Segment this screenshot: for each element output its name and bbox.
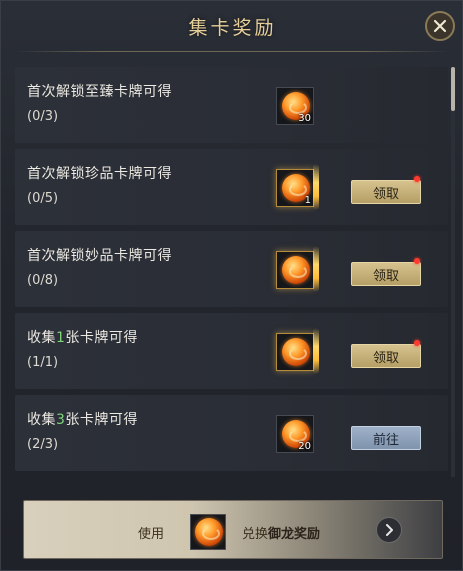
exchange-next-button[interactable] <box>376 517 402 543</box>
row-title-number: 1 <box>56 330 66 346</box>
title-bar: 集卡奖励 <box>1 1 463 53</box>
panel-title: 集卡奖励 <box>188 17 277 39</box>
row-title: 收集3张卡牌可得 <box>27 409 138 429</box>
reward-quantity: 1 <box>304 195 311 206</box>
scrollbar-thumb[interactable] <box>451 67 455 111</box>
close-button[interactable] <box>425 11 455 41</box>
glow-effect <box>313 328 319 374</box>
row-title-prefix: 收集 <box>27 412 56 428</box>
glow-effect <box>313 246 319 292</box>
row-progress: (0/5) <box>27 191 59 206</box>
row-title: 首次解锁妙品卡牌可得 <box>27 248 172 264</box>
fire-orb-icon <box>282 338 310 366</box>
row-progress: (2/3) <box>27 437 59 452</box>
exchange-bar: 使用 兑换御龙奖励 <box>23 500 443 559</box>
goto-button[interactable]: 前往 <box>351 426 421 450</box>
row-title-prefix: 收集 <box>27 330 56 346</box>
card-collection-reward-panel: 集卡奖励 首次解锁至臻卡牌可得 (0/3) 30 首次解锁珍品卡牌可得 (0/5… <box>0 0 463 571</box>
claim-button[interactable]: 领取 <box>351 180 421 204</box>
notification-dot <box>414 258 420 264</box>
reward-item[interactable] <box>276 328 319 374</box>
close-icon <box>433 19 447 33</box>
row-progress: (1/1) <box>27 355 59 370</box>
exchange-item[interactable] <box>190 514 226 550</box>
row-title: 首次解锁至臻卡牌可得 <box>27 84 172 100</box>
reward-item[interactable] <box>276 246 319 292</box>
fire-orb-icon <box>282 256 310 284</box>
chevron-right-icon <box>386 524 393 536</box>
reward-item[interactable]: 1 <box>276 164 319 210</box>
row-title-suffix: 张卡牌可得 <box>65 412 138 428</box>
reward-row: 首次解锁珍品卡牌可得 (0/5) 1 领取 <box>15 149 448 225</box>
row-title: 首次解锁珍品卡牌可得 <box>27 166 172 182</box>
notification-dot <box>414 340 420 346</box>
title-divider <box>15 51 450 52</box>
exchange-target: 御龙奖励 <box>268 527 321 542</box>
reward-row: 收集3张卡牌可得 (2/3) 20 前往 <box>15 395 448 471</box>
row-title-suffix: 张卡牌可得 <box>65 330 138 346</box>
reward-list[interactable]: 首次解锁至臻卡牌可得 (0/3) 30 首次解锁珍品卡牌可得 (0/5) 1 领… <box>15 67 448 477</box>
row-title-number: 3 <box>56 412 66 428</box>
glow-effect <box>313 164 319 210</box>
reward-quantity: 30 <box>298 113 311 124</box>
reward-item[interactable]: 20 <box>276 415 314 453</box>
reward-quantity: 20 <box>298 441 311 452</box>
fire-orb-icon <box>195 518 223 546</box>
notification-dot <box>414 176 420 182</box>
reward-row: 首次解锁妙品卡牌可得 (0/8) 领取 <box>15 231 448 307</box>
reward-item[interactable]: 30 <box>276 87 314 125</box>
claim-button[interactable]: 领取 <box>351 262 421 286</box>
reward-row: 首次解锁至臻卡牌可得 (0/3) 30 <box>15 67 448 143</box>
scrollbar[interactable] <box>451 67 455 477</box>
row-title: 收集1张卡牌可得 <box>27 327 138 347</box>
exchange-prefix: 兑换 <box>242 527 269 542</box>
claim-button[interactable]: 领取 <box>351 344 421 368</box>
row-progress: (0/3) <box>27 109 59 124</box>
row-progress: (0/8) <box>27 273 59 288</box>
exchange-label: 兑换御龙奖励 <box>242 523 320 542</box>
reward-row: 收集1张卡牌可得 (1/1) 领取 <box>15 313 448 389</box>
use-label: 使用 <box>138 527 165 542</box>
